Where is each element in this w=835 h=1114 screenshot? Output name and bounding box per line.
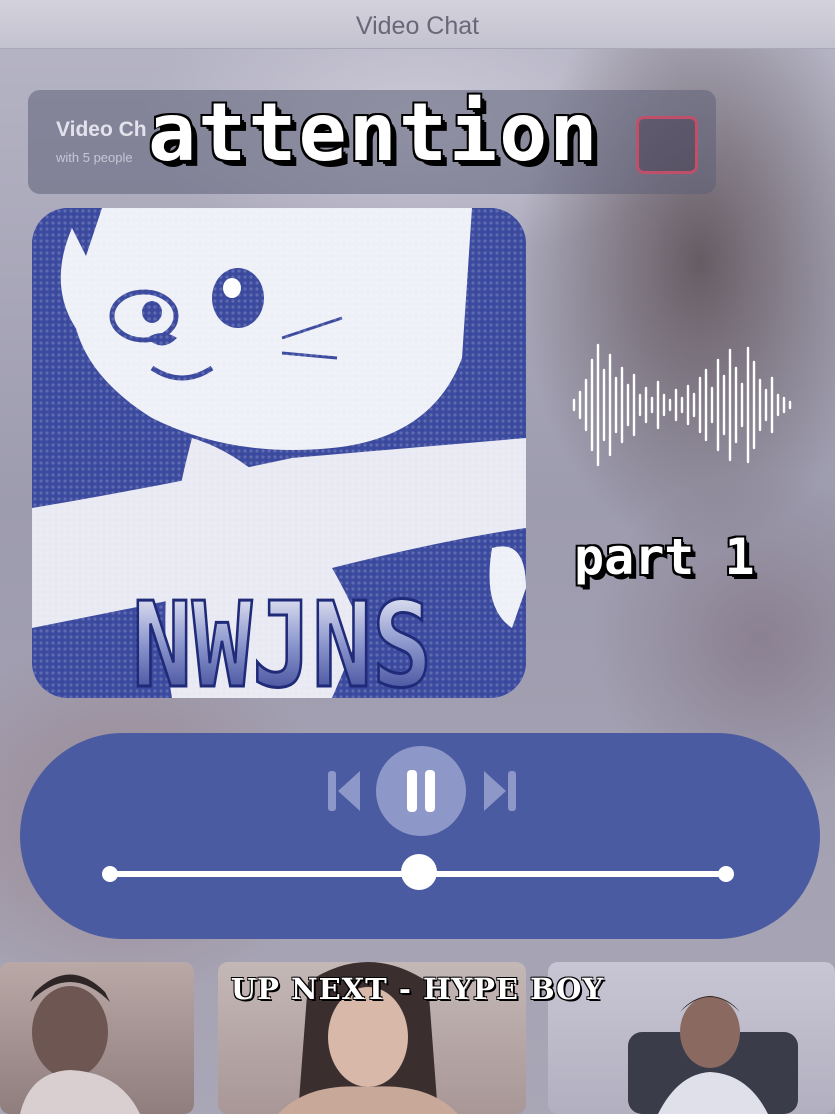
up-next-label: UP NEXT - HYPE BOY xyxy=(230,972,605,1006)
pause-icon xyxy=(407,770,435,812)
album-logo: NWJNS xyxy=(132,576,432,698)
window-titlebar: Video Chat xyxy=(0,0,835,49)
play-pause-button[interactable] xyxy=(376,746,466,836)
album-artwork: NWJNS xyxy=(32,208,526,698)
window-title: Video Chat xyxy=(355,12,480,40)
call-subtitle: with 5 people xyxy=(56,150,133,165)
previous-track-button[interactable] xyxy=(324,763,364,819)
skip-previous-icon xyxy=(328,771,360,811)
music-player xyxy=(20,733,820,939)
part-label: part 1 xyxy=(574,528,755,586)
call-title: Video Ch xyxy=(56,118,147,141)
audio-waveform-icon xyxy=(572,343,792,467)
progress-knob[interactable] xyxy=(400,854,437,890)
album-cover: NWJNS xyxy=(32,208,526,698)
song-title: attention xyxy=(148,86,600,179)
leave-call-button[interactable] xyxy=(636,116,698,174)
progress-start-dot xyxy=(102,866,118,882)
progress-end-dot xyxy=(718,866,734,882)
skip-next-icon xyxy=(484,771,516,811)
next-track-button[interactable] xyxy=(480,763,520,819)
